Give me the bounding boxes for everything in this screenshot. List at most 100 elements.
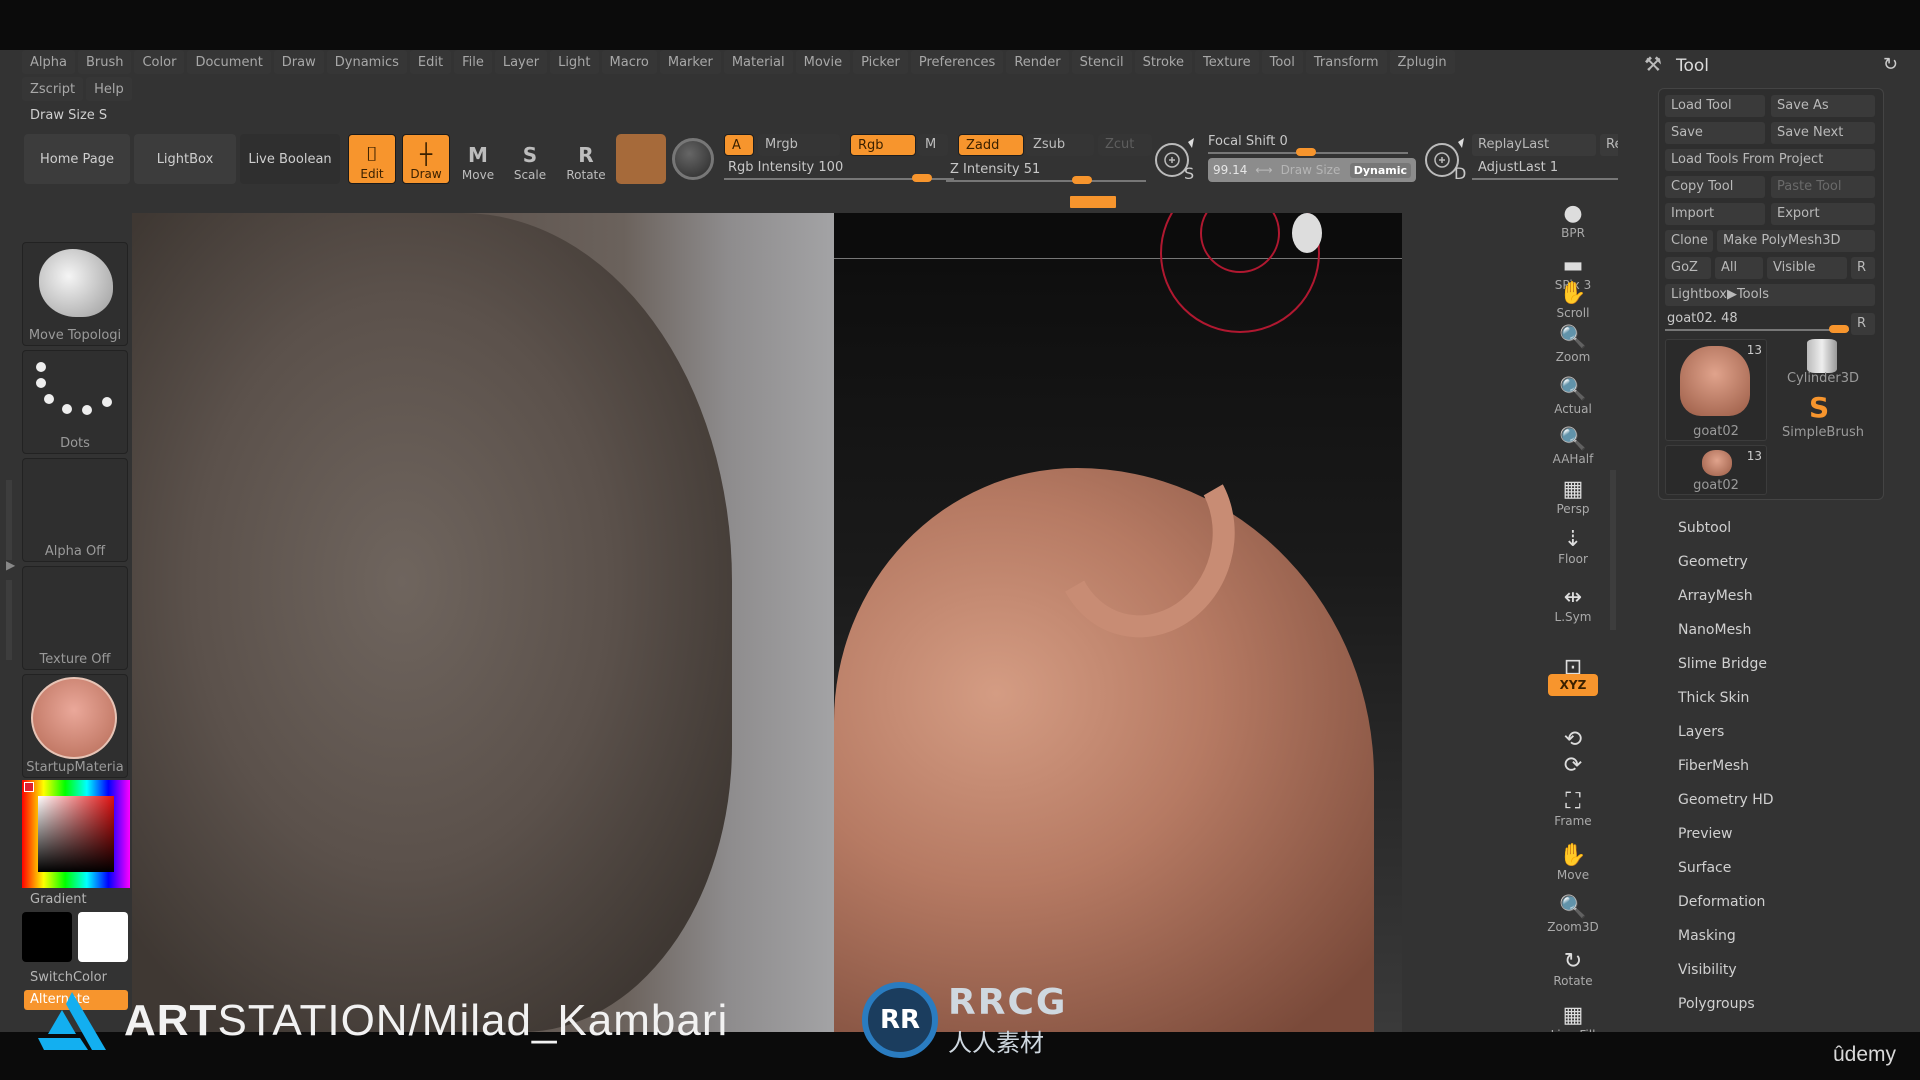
copy-tool-button[interactable]: Copy Tool — [1665, 176, 1765, 198]
stroke-selector[interactable]: Dots — [22, 350, 128, 454]
home-page-button[interactable]: Home Page — [24, 134, 130, 184]
shelf-frame-button[interactable]: ⛶ Frame — [1548, 778, 1598, 829]
menu-zplugin[interactable]: Zplugin — [1389, 50, 1455, 74]
menu-light[interactable]: Light — [550, 50, 599, 74]
switch-color-button[interactable]: SwitchColor — [30, 970, 107, 985]
tool-thumb-cylinder3d[interactable]: Cylinder3D — [1771, 339, 1875, 387]
subpalette-fibermesh[interactable]: FiberMesh — [1678, 758, 1749, 774]
load-tool-button[interactable]: Load Tool — [1665, 95, 1765, 117]
mrgb-toggle[interactable]: Mrgb — [758, 134, 840, 156]
tray-collapse-arrow-icon[interactable]: ▶ — [6, 558, 15, 572]
texture-selector[interactable]: Texture Off — [22, 566, 128, 670]
shelf-bpr-button[interactable]: ● BPR — [1548, 190, 1598, 241]
shelf-zoom-button[interactable]: 🔍 Zoom — [1548, 314, 1598, 365]
subpalette-preview[interactable]: Preview — [1678, 826, 1733, 842]
menu-material[interactable]: Material — [723, 50, 793, 74]
shelf-rotate-z-button[interactable]: ⟳ — [1548, 728, 1598, 778]
menu-file[interactable]: File — [454, 50, 492, 74]
shelf-scroll-button[interactable]: ✋ Scroll — [1548, 270, 1598, 321]
edit-button[interactable]: ⌷ Edit — [348, 134, 396, 184]
zadd-toggle[interactable]: Zadd — [958, 134, 1024, 156]
subpalette-nanomesh[interactable]: NanoMesh — [1678, 622, 1751, 638]
menu-color[interactable]: Color — [134, 50, 185, 74]
right-tray-scrollbar[interactable] — [1610, 470, 1616, 630]
tool-slider-knob[interactable] — [1829, 325, 1849, 333]
goz-button[interactable]: GoZ — [1665, 257, 1711, 279]
rotate-button[interactable]: R Rotate — [562, 134, 610, 184]
refresh-icon[interactable]: ↻ — [1883, 54, 1898, 75]
subpalette-thick-skin[interactable]: Thick Skin — [1678, 690, 1749, 706]
gradient-label[interactable]: Gradient — [30, 892, 87, 907]
m-toggle[interactable]: M — [918, 134, 948, 156]
primary-color-swatch[interactable] — [78, 912, 128, 962]
subpalette-subtool[interactable]: Subtool — [1678, 520, 1731, 536]
shelf-move-button[interactable]: ✋ Move — [1548, 832, 1598, 883]
lightbox-tools-button[interactable]: Lightbox▶Tools — [1665, 284, 1875, 306]
export-button[interactable]: Export — [1771, 203, 1875, 225]
a-toggle[interactable]: A — [724, 134, 754, 156]
lightbox-button[interactable]: LightBox — [134, 134, 236, 184]
sphere-brush-icon[interactable] — [672, 138, 714, 180]
rgb-intensity-knob[interactable] — [912, 174, 932, 182]
alpha-selector[interactable]: Alpha Off — [22, 458, 128, 562]
menu-alpha[interactable]: Alpha — [22, 50, 75, 74]
menu-dynamics[interactable]: Dynamics — [326, 50, 407, 74]
menu-render[interactable]: Render — [1006, 50, 1069, 74]
clone-button[interactable]: Clone — [1665, 230, 1713, 252]
goz-r-button[interactable]: R — [1851, 257, 1875, 279]
goz-all-button[interactable]: All — [1715, 257, 1763, 279]
save-as-button[interactable]: Save As — [1771, 95, 1875, 117]
tool-thumb-goat02-small[interactable]: 13 goat02 — [1665, 445, 1767, 495]
load-tools-from-project-button[interactable]: Load Tools From Project — [1665, 149, 1875, 171]
menu-tool[interactable]: Tool — [1261, 50, 1303, 74]
menu-preferences[interactable]: Preferences — [910, 50, 1004, 74]
viewport-canvas[interactable] — [132, 213, 1402, 1032]
subpalette-surface[interactable]: Surface — [1678, 860, 1731, 876]
rgb-toggle[interactable]: Rgb — [850, 134, 916, 156]
menu-edit[interactable]: Edit — [409, 50, 452, 74]
import-button[interactable]: Import — [1665, 203, 1765, 225]
shelf-floor-button[interactable]: ⇣ Floor — [1548, 516, 1598, 567]
draw-button[interactable]: ┼ Draw — [402, 134, 450, 184]
make-polymesh3d-button[interactable]: Make PolyMesh3D — [1717, 230, 1875, 252]
scale-button[interactable]: S Scale — [506, 134, 554, 184]
goz-visible-button[interactable]: Visible — [1767, 257, 1847, 279]
secondary-color-swatch[interactable] — [22, 912, 72, 962]
adjust-last-slider[interactable] — [1472, 178, 1622, 180]
menu-macro[interactable]: Macro — [601, 50, 657, 74]
subpalette-layers[interactable]: Layers — [1678, 724, 1724, 740]
menu-help[interactable]: Help — [86, 77, 132, 101]
subpalette-arraymesh[interactable]: ArrayMesh — [1678, 588, 1753, 604]
menu-layer[interactable]: Layer — [494, 50, 548, 74]
draw-size-slider[interactable]: 99.14 ⟷ Draw Size Dynamic — [1208, 158, 1416, 182]
save-next-button[interactable]: Save Next — [1771, 122, 1875, 144]
menu-transform[interactable]: Transform — [1305, 50, 1387, 74]
left-tray-scrollbar[interactable] — [6, 480, 12, 560]
shelf-aahalf-button[interactable]: 🔍 AAHalf — [1548, 416, 1598, 467]
zcut-toggle[interactable]: Zcut — [1098, 134, 1152, 156]
shelf-xyz-button[interactable]: XYZ — [1548, 674, 1598, 696]
zsub-toggle[interactable]: Zsub — [1026, 134, 1094, 156]
menu-document[interactable]: Document — [187, 50, 271, 74]
save-button[interactable]: Save — [1665, 122, 1765, 144]
model-viewport[interactable] — [834, 258, 1402, 1032]
z-intensity-slider[interactable] — [946, 180, 1146, 182]
menu-movie[interactable]: Movie — [795, 50, 851, 74]
z-intensity-knob[interactable] — [1072, 176, 1092, 184]
subpalette-slime-bridge[interactable]: Slime Bridge — [1678, 656, 1767, 672]
shelf-zoom3d-button[interactable]: 🔍 Zoom3D — [1547, 884, 1598, 935]
focal-shift-knob[interactable] — [1296, 148, 1316, 156]
shelf-persp-button[interactable]: ▦ Persp — [1548, 466, 1598, 517]
shelf-l-sym-button[interactable]: ⇹ L.Sym — [1548, 574, 1598, 625]
tool-slider-r-button[interactable]: R — [1851, 313, 1875, 335]
subpalette-deformation[interactable]: Deformation — [1678, 894, 1765, 910]
menu-stencil[interactable]: Stencil — [1071, 50, 1132, 74]
color-picker[interactable] — [22, 780, 130, 888]
menu-texture[interactable]: Texture — [1195, 50, 1259, 74]
shelf-actual-button[interactable]: 🔍 Actual — [1548, 366, 1598, 417]
shelf-lock-button[interactable]: ⊡ — [1548, 630, 1598, 680]
live-boolean-button[interactable]: Live Boolean — [240, 134, 340, 184]
color-saturation-square[interactable] — [38, 796, 114, 872]
menu-brush[interactable]: Brush — [77, 50, 132, 74]
menu-marker[interactable]: Marker — [659, 50, 721, 74]
